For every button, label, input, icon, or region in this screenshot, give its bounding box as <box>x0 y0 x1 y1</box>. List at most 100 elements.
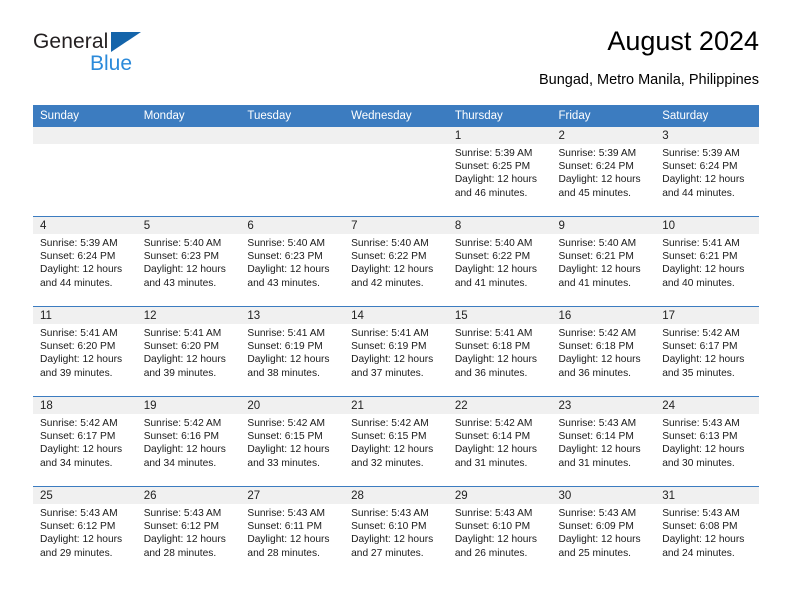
daylight-text: Daylight: 12 hours and 30 minutes. <box>662 444 745 469</box>
calendar-day-cell[interactable]: 28 Sunrise: 5:43 AM Sunset: 6:10 PM Dayligh… <box>344 486 448 576</box>
daylight-text: Daylight: 12 hours and 31 minutes. <box>454 444 537 469</box>
page-title: August 2024 <box>607 26 759 56</box>
calendar-day-cell[interactable]: 25 Sunrise: 5:43 AM Sunset: 6:12 PM Dayligh… <box>33 486 137 576</box>
sunrise-text: Sunrise: 5:42 AM <box>454 418 533 429</box>
daylight-text: Daylight: 12 hours and 34 minutes. <box>143 444 226 469</box>
calendar-day-cell[interactable]: 24 Sunrise: 5:43 AM Sunset: 6:13 PM Dayligh… <box>655 396 759 487</box>
day-sun-info: Sunrise: 5:42 AM Sunset: 6:16 PM Daylight:… <box>137 414 241 470</box>
sunset-text: Sunset: 6:21 PM <box>662 251 738 263</box>
calendar-day-cell[interactable]: 7 Sunrise: 5:40 AM Sunset: 6:22 PM Daylight… <box>344 216 448 307</box>
day-cell-inner <box>136 127 241 216</box>
day-sun-info: Sunrise: 5:42 AM Sunset: 6:17 PM Daylight:… <box>655 324 759 380</box>
calendar-day-cell[interactable]: 22 Sunrise: 5:42 AM Sunset: 6:14 PM Dayligh… <box>447 396 552 487</box>
day-number: 26 <box>136 487 241 504</box>
calendar-day-cell[interactable]: 17 Sunrise: 5:42 AM Sunset: 6:17 PM Dayligh… <box>655 306 759 397</box>
calendar-week-row: 4 Sunrise: 5:39 AM Sunset: 6:24 PM Daylight… <box>33 216 759 307</box>
daylight-text: Daylight: 12 hours and 32 minutes. <box>351 444 434 469</box>
day-sun-info: Sunrise: 5:39 AM Sunset: 6:25 PM Daylight:… <box>448 144 552 200</box>
sunset-text: Sunset: 6:24 PM <box>40 251 116 263</box>
calendar-day-cell[interactable]: 31 Sunrise: 5:43 AM Sunset: 6:08 PM Dayligh… <box>655 486 759 576</box>
sunset-text: Sunset: 6:14 PM <box>454 431 531 443</box>
calendar-day-cell[interactable]: 21 Sunrise: 5:42 AM Sunset: 6:15 PM Dayligh… <box>344 396 448 487</box>
sunrise-text: Sunrise: 5:43 AM <box>558 418 637 429</box>
calendar-day-cell[interactable]: 10 Sunrise: 5:41 AM Sunset: 6:21 PM Dayligh… <box>655 216 759 307</box>
sunset-text: Sunset: 6:24 PM <box>662 161 738 173</box>
sunset-text: Sunset: 6:17 PM <box>662 341 738 353</box>
calendar-day-cell[interactable]: 9 Sunrise: 5:40 AM Sunset: 6:21 PM Daylight… <box>551 216 656 307</box>
calendar-day-cell[interactable]: 27 Sunrise: 5:43 AM Sunset: 6:11 PM Dayligh… <box>240 486 345 576</box>
weekday-header-tuesday: Tuesday <box>240 105 345 127</box>
day-cell-inner: 15 Sunrise: 5:41 AM Sunset: 6:18 PM Dayligh… <box>447 307 552 396</box>
day-number <box>33 127 137 144</box>
daylight-text: Daylight: 12 hours and 43 minutes. <box>143 264 226 289</box>
day-number: 19 <box>136 397 241 414</box>
day-sun-info: Sunrise: 5:40 AM Sunset: 6:22 PM Daylight:… <box>448 234 552 290</box>
day-number: 23 <box>551 397 656 414</box>
daylight-text: Daylight: 12 hours and 36 minutes. <box>558 354 641 379</box>
day-number: 12 <box>136 307 241 324</box>
weekday-header-wednesday: Wednesday <box>344 105 448 127</box>
day-cell-inner: 7 Sunrise: 5:40 AM Sunset: 6:22 PM Daylight… <box>344 217 448 306</box>
day-cell-inner: 10 Sunrise: 5:41 AM Sunset: 6:21 PM Dayligh… <box>655 217 759 306</box>
calendar-day-cell[interactable]: 6 Sunrise: 5:40 AM Sunset: 6:23 PM Daylight… <box>240 216 345 307</box>
calendar-header-row: Sunday Monday Tuesday Wednesday Thursday… <box>33 105 759 127</box>
calendar-day-cell[interactable]: 5 Sunrise: 5:40 AM Sunset: 6:23 PM Daylight… <box>136 216 241 307</box>
calendar-day-cell[interactable]: 14 Sunrise: 5:41 AM Sunset: 6:19 PM Dayligh… <box>344 306 448 397</box>
sunrise-text: Sunrise: 5:40 AM <box>143 238 222 249</box>
day-sun-info: Sunrise: 5:43 AM Sunset: 6:10 PM Daylight:… <box>344 504 448 560</box>
logo-triangle-icon <box>111 32 141 52</box>
day-number <box>240 127 345 144</box>
calendar-day-cell[interactable]: 1 Sunrise: 5:39 AM Sunset: 6:25 PM Daylight… <box>447 127 552 217</box>
day-sun-info: Sunrise: 5:42 AM Sunset: 6:14 PM Daylight:… <box>448 414 552 470</box>
day-cell-inner: 25 Sunrise: 5:43 AM Sunset: 6:12 PM Dayligh… <box>33 487 137 576</box>
calendar-day-cell[interactable]: 23 Sunrise: 5:43 AM Sunset: 6:14 PM Dayligh… <box>551 396 656 487</box>
sunrise-text: Sunrise: 5:43 AM <box>662 508 740 519</box>
calendar-day-cell[interactable]: 16 Sunrise: 5:42 AM Sunset: 6:18 PM Dayligh… <box>551 306 656 397</box>
calendar-day-cell[interactable]: 20 Sunrise: 5:42 AM Sunset: 6:15 PM Dayligh… <box>240 396 345 487</box>
day-sun-info: Sunrise: 5:41 AM Sunset: 6:21 PM Daylight:… <box>655 234 759 290</box>
calendar-day-cell[interactable]: 30 Sunrise: 5:43 AM Sunset: 6:09 PM Dayligh… <box>551 486 656 576</box>
day-sun-info: Sunrise: 5:42 AM Sunset: 6:18 PM Daylight:… <box>552 324 656 380</box>
daylight-text: Daylight: 12 hours and 31 minutes. <box>558 444 641 469</box>
day-cell-inner: 27 Sunrise: 5:43 AM Sunset: 6:11 PM Dayligh… <box>240 487 345 576</box>
daylight-text: Daylight: 12 hours and 34 minutes. <box>40 444 123 469</box>
calendar-day-cell[interactable]: 8 Sunrise: 5:40 AM Sunset: 6:22 PM Daylight… <box>447 216 552 307</box>
calendar-day-cell[interactable]: 15 Sunrise: 5:41 AM Sunset: 6:18 PM Dayligh… <box>447 306 552 397</box>
calendar-day-cell[interactable]: 12 Sunrise: 5:41 AM Sunset: 6:20 PM Dayligh… <box>136 306 241 397</box>
sunset-text: Sunset: 6:19 PM <box>351 341 427 353</box>
calendar-day-cell[interactable]: 2 Sunrise: 5:39 AM Sunset: 6:24 PM Daylight… <box>551 127 656 217</box>
calendar-day-cell-empty <box>136 127 241 217</box>
calendar-day-cell[interactable]: 3 Sunrise: 5:39 AM Sunset: 6:24 PM Daylight… <box>655 127 759 217</box>
calendar-day-cell[interactable]: 11 Sunrise: 5:41 AM Sunset: 6:20 PM Dayligh… <box>33 306 137 397</box>
calendar-day-cell[interactable]: 26 Sunrise: 5:43 AM Sunset: 6:12 PM Dayligh… <box>136 486 241 576</box>
calendar-day-cell[interactable]: 13 Sunrise: 5:41 AM Sunset: 6:19 PM Dayligh… <box>240 306 345 397</box>
calendar-day-cell[interactable]: 19 Sunrise: 5:42 AM Sunset: 6:16 PM Dayligh… <box>136 396 241 487</box>
sunrise-text: Sunrise: 5:40 AM <box>454 238 533 249</box>
sunset-text: Sunset: 6:23 PM <box>247 251 323 263</box>
calendar-week-row: 11 Sunrise: 5:41 AM Sunset: 6:20 PM Dayligh… <box>33 306 759 397</box>
day-sun-info: Sunrise: 5:42 AM Sunset: 6:15 PM Daylight:… <box>240 414 344 470</box>
day-sun-info: Sunrise: 5:42 AM Sunset: 6:15 PM Daylight:… <box>344 414 448 470</box>
day-number: 1 <box>447 127 552 144</box>
calendar-day-cell[interactable]: 18 Sunrise: 5:42 AM Sunset: 6:17 PM Dayligh… <box>33 396 137 487</box>
calendar-day-cell[interactable]: 29 Sunrise: 5:43 AM Sunset: 6:10 PM Dayligh… <box>447 486 552 576</box>
day-sun-info: Sunrise: 5:43 AM Sunset: 6:10 PM Daylight:… <box>448 504 552 560</box>
day-number: 24 <box>655 397 759 414</box>
day-cell-inner: 13 Sunrise: 5:41 AM Sunset: 6:19 PM Dayligh… <box>240 307 345 396</box>
calendar-day-cell[interactable]: 4 Sunrise: 5:39 AM Sunset: 6:24 PM Daylight… <box>33 216 137 307</box>
sunset-text: Sunset: 6:18 PM <box>558 341 634 353</box>
general-blue-logo[interactable]: General Blue <box>33 30 233 92</box>
calendar-week-row: 25 Sunrise: 5:43 AM Sunset: 6:12 PM Dayligh… <box>33 486 759 576</box>
sunset-text: Sunset: 6:13 PM <box>662 431 738 443</box>
day-sun-info: Sunrise: 5:43 AM Sunset: 6:12 PM Daylight:… <box>33 504 137 560</box>
day-sun-info: Sunrise: 5:43 AM Sunset: 6:14 PM Daylight:… <box>552 414 656 470</box>
day-cell-inner: 24 Sunrise: 5:43 AM Sunset: 6:13 PM Dayligh… <box>655 397 759 486</box>
sunset-text: Sunset: 6:22 PM <box>351 251 427 263</box>
weekday-header-thursday: Thursday <box>447 105 552 127</box>
daylight-text: Daylight: 12 hours and 28 minutes. <box>247 534 330 559</box>
daylight-text: Daylight: 12 hours and 41 minutes. <box>454 264 537 289</box>
sunset-text: Sunset: 6:19 PM <box>247 341 323 353</box>
sunrise-text: Sunrise: 5:42 AM <box>558 328 637 339</box>
daylight-text: Daylight: 12 hours and 40 minutes. <box>662 264 745 289</box>
day-cell-inner: 12 Sunrise: 5:41 AM Sunset: 6:20 PM Dayligh… <box>136 307 241 396</box>
